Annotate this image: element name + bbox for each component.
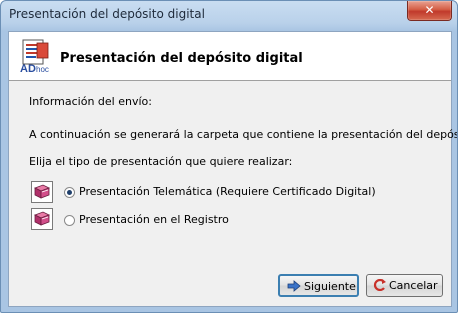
option-telematica-label[interactable]: Presentación Telemática (Requiere Certif… (79, 185, 376, 198)
prompt-text: Elija el tipo de presentación que quiere… (29, 155, 293, 168)
dialog-header: AD hoc Presentación del depósito digital (9, 32, 451, 81)
adhoc-logo: AD hoc (20, 39, 49, 75)
book-icon (31, 181, 53, 203)
next-button[interactable]: Siguiente (278, 274, 359, 297)
radio-telematica[interactable] (64, 187, 75, 198)
cancel-button[interactable]: Cancelar (366, 274, 443, 297)
title-bar[interactable]: Presentación del depósito digital ✕ (1, 1, 457, 31)
dialog-body: AD hoc Presentación del depósito digital… (8, 31, 457, 307)
option-registro-label[interactable]: Presentación en el Registro (79, 213, 229, 226)
book-icon (31, 208, 53, 230)
info-label: Información del envío: (29, 95, 152, 108)
svg-text:hoc: hoc (36, 65, 49, 74)
cancel-icon (373, 279, 386, 291)
dialog-window: Presentación del depósito digital ✕ AD h… (0, 0, 458, 313)
radio-registro[interactable] (64, 215, 75, 226)
description-text: A continuación se generará la carpeta qu… (29, 128, 458, 141)
close-icon: ✕ (424, 3, 435, 17)
arrow-right-icon (287, 280, 301, 292)
window-title: Presentación del depósito digital (9, 7, 205, 21)
close-button[interactable]: ✕ (407, 1, 452, 21)
svg-text:AD: AD (20, 63, 36, 75)
next-button-label: Siguiente (304, 280, 356, 293)
header-title: Presentación del depósito digital (60, 51, 303, 66)
cancel-button-label: Cancelar (389, 279, 438, 292)
